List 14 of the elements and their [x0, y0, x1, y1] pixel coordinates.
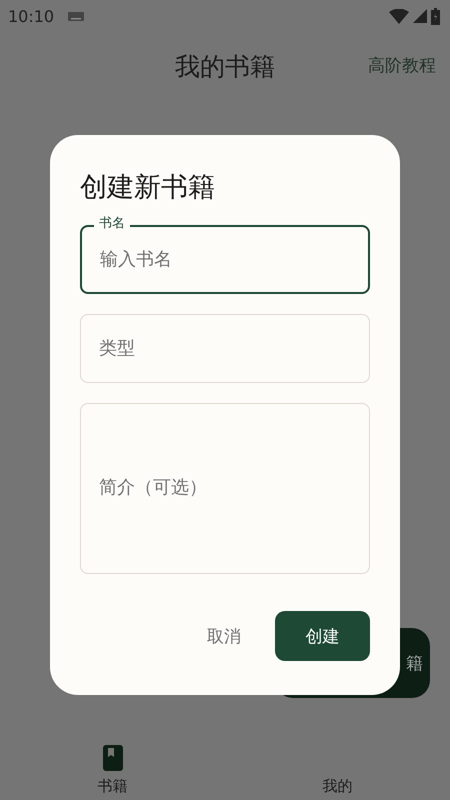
status-time: 10:10 — [8, 6, 54, 26]
dialog-title: 创建新书籍 — [80, 171, 216, 205]
nav-tab[interactable]: 我的 — [322, 777, 352, 796]
page-title: 我的书籍 — [175, 50, 275, 82]
create-button[interactable]: 创建 — [275, 611, 370, 661]
signal-icon — [413, 9, 427, 23]
keyboard-icon — [68, 12, 84, 20]
wifi-icon — [389, 8, 409, 24]
cancel-button[interactable]: 取消 — [203, 614, 245, 658]
tutorial-link[interactable]: 高阶教程 — [368, 54, 436, 77]
nav-tab[interactable]: 书籍 — [98, 777, 128, 796]
book-icon — [102, 745, 122, 771]
description-field[interactable]: 简介（可选） — [80, 403, 370, 574]
battery-icon — [431, 8, 440, 24]
